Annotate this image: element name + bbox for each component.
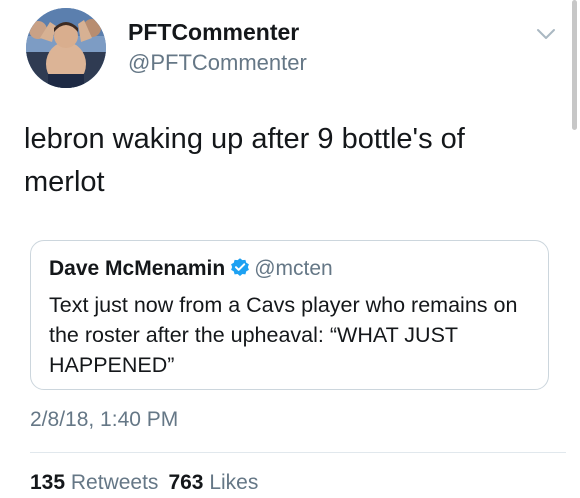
avatar[interactable] <box>26 8 106 88</box>
quoted-tweet-text: Text just now from a Cavs player who rem… <box>49 293 518 377</box>
retweets-stat[interactable]: 135 Retweets <box>30 471 158 494</box>
quoted-tweet-card[interactable]: Dave McMenamin @mcten Text just now from… <box>30 240 549 390</box>
likes-stat[interactable]: 763 Likes <box>168 471 258 494</box>
verified-badge-icon <box>229 256 251 278</box>
author-display-name[interactable]: PFTCommenter <box>128 19 299 46</box>
quoted-author-handle: @mcten <box>254 257 333 280</box>
likes-label: Likes <box>209 471 259 494</box>
divider <box>30 452 566 453</box>
profile-photo-icon <box>26 8 106 88</box>
quoted-tweet-header: Dave McMenamin @mcten <box>49 256 333 281</box>
tweet-timestamp[interactable]: 2/8/18, 1:40 PM <box>30 408 178 432</box>
retweets-count: 135 <box>30 471 66 494</box>
retweets-label: Retweets <box>70 471 159 494</box>
chevron-down-icon[interactable] <box>535 26 557 42</box>
tweet-text: lebron waking up after 9 bottle's of mer… <box>24 123 465 198</box>
quoted-author-name: Dave McMenamin <box>49 257 226 280</box>
author-handle: @PFTCommenter <box>128 50 307 75</box>
likes-count: 763 <box>168 471 204 494</box>
scrollbar[interactable] <box>572 0 577 130</box>
tweet: PFTCommenter @PFTCommenter lebron waking… <box>0 0 580 498</box>
tweet-stats: 135 Retweets 763 Likes <box>30 471 258 495</box>
